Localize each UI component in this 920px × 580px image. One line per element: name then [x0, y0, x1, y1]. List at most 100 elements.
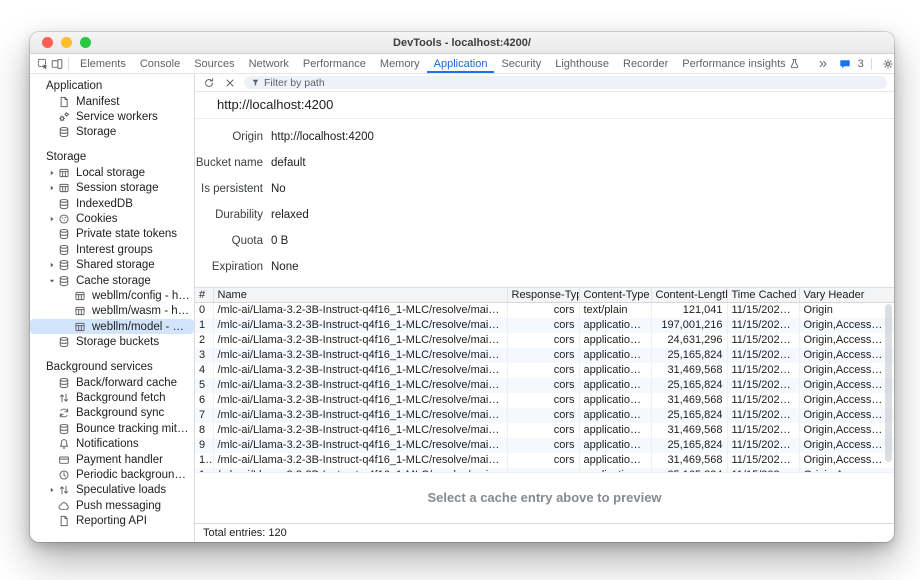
sidebar-item-shared-storage[interactable]: Shared storage: [30, 258, 194, 273]
cache-entry-row[interactable]: 0/mlc-ai/Llama-3.2-3B-Instruct-q4f16_1-M…: [195, 303, 894, 318]
sidebar-item-periodic-background-sync[interactable]: Periodic background sync: [30, 467, 194, 482]
tab-application[interactable]: Application: [427, 54, 495, 73]
chevron-right-icon[interactable]: [46, 169, 58, 177]
sidebar-item-label: Speculative loads: [76, 484, 170, 496]
cell-vary-header: Origin,Access…: [799, 393, 894, 408]
cache-entry-row[interactable]: 2/mlc-ai/Llama-3.2-3B-Instruct-q4f16_1-M…: [195, 333, 894, 348]
minimize-window-button[interactable]: [61, 37, 72, 48]
cache-entry-row[interactable]: 5/mlc-ai/Llama-3.2-3B-Instruct-q4f16_1-M…: [195, 378, 894, 393]
issues-button[interactable]: 3: [836, 56, 864, 72]
cell-vary-header: Origin,Access…: [799, 333, 894, 348]
sidebar-item-cache-storage[interactable]: Cache storage: [30, 273, 194, 288]
tab-sources[interactable]: Sources: [187, 54, 241, 73]
cell-time-cached: 11/15/2024, 10…: [727, 453, 799, 468]
tabbar-right-controls: 3: [814, 56, 894, 72]
cell-response-type: cors: [507, 423, 579, 438]
tab-performance[interactable]: Performance: [296, 54, 373, 73]
cell-: 9: [195, 438, 213, 453]
sidebar-item-payment-handler[interactable]: Payment handler: [30, 452, 194, 467]
device-toolbar-icon[interactable]: [51, 56, 63, 72]
sidebar-item-notifications[interactable]: Notifications: [30, 436, 194, 451]
sidebar-item-interest-groups[interactable]: Interest groups: [30, 242, 194, 257]
chevron-right-icon[interactable]: [46, 261, 58, 269]
sidebar-item-background-sync[interactable]: Background sync: [30, 406, 194, 421]
tab-performance-insights[interactable]: Performance insights: [675, 54, 813, 73]
cell-vary-header: Origin,Access…: [799, 423, 894, 438]
cache-entry-row[interactable]: 8/mlc-ai/Llama-3.2-3B-Instruct-q4f16_1-M…: [195, 423, 894, 438]
cache-entry-row[interactable]: 11/mlc-ai/Llama-3.2-3B-Instruct-q4f16_1-…: [195, 468, 894, 472]
cell-vary-header: Origin,Access…: [799, 378, 894, 393]
sidebar-item-label: Background sync: [76, 407, 168, 419]
cache-entry-row[interactable]: 4/mlc-ai/Llama-3.2-3B-Instruct-q4f16_1-M…: [195, 363, 894, 378]
sidebar-item-cookies[interactable]: Cookies: [30, 211, 194, 226]
sidebar-item-label: Back/forward cache: [76, 377, 181, 389]
cell-content-length: 31,469,568: [651, 393, 727, 408]
column-header-vary-header[interactable]: Vary Header: [799, 288, 894, 302]
cache-entry-row[interactable]: 1/mlc-ai/Llama-3.2-3B-Instruct-q4f16_1-M…: [195, 318, 894, 333]
sidebar-item-bounce-tracking-mitigations[interactable]: Bounce tracking mitigations: [30, 421, 194, 436]
column-header-name[interactable]: Name: [213, 288, 507, 302]
settings-gear-icon[interactable]: [880, 56, 894, 72]
metadata-value: relaxed: [263, 209, 309, 235]
inspect-element-icon[interactable]: [37, 56, 49, 72]
cache-entry-row[interactable]: 10/mlc-ai/Llama-3.2-3B-Instruct-q4f16_1-…: [195, 453, 894, 468]
sidebar-item-session-storage[interactable]: Session storage: [30, 181, 194, 196]
filter-by-path-input[interactable]: [264, 77, 880, 89]
sidebar-item-manifest[interactable]: Manifest: [30, 94, 194, 109]
more-tabs-icon[interactable]: [815, 56, 832, 72]
close-window-button[interactable]: [42, 37, 53, 48]
tab-memory[interactable]: Memory: [373, 54, 427, 73]
cache-entry-row[interactable]: 3/mlc-ai/Llama-3.2-3B-Instruct-q4f16_1-M…: [195, 348, 894, 363]
tab-network[interactable]: Network: [242, 54, 296, 73]
sidebar-item-webllm-model-http-loc[interactable]: webllm/model - http://loc…: [30, 319, 194, 334]
column-header-content-length[interactable]: Content-Length: [651, 288, 727, 302]
column-header-response-type[interactable]: Response-Type: [507, 288, 579, 302]
cache-table-body: 0/mlc-ai/Llama-3.2-3B-Instruct-q4f16_1-M…: [195, 303, 894, 472]
cell-vary-header: Origin,Access…: [799, 468, 894, 472]
refresh-icon[interactable]: [202, 76, 216, 90]
cache-entry-row[interactable]: 9/mlc-ai/Llama-3.2-3B-Instruct-q4f16_1-M…: [195, 438, 894, 453]
column-header-time-cached[interactable]: Time Cached: [727, 288, 799, 302]
sidebar-item-storage[interactable]: Storage: [30, 125, 194, 140]
zoom-window-button[interactable]: [80, 37, 91, 48]
metadata-value: No: [263, 183, 286, 209]
sidebar-item-speculative-loads[interactable]: Speculative loads: [30, 483, 194, 498]
sidebar-item-reporting-api[interactable]: Reporting API: [30, 513, 194, 528]
tab-elements[interactable]: Elements: [73, 54, 133, 73]
tab-lighthouse[interactable]: Lighthouse: [548, 54, 616, 73]
metadata-label: Is persistent: [195, 183, 263, 209]
preview-panel: Select a cache entry above to preview: [195, 472, 894, 524]
cell-content-length: 121,041: [651, 303, 727, 318]
database-icon: [58, 275, 70, 287]
tab-recorder[interactable]: Recorder: [616, 54, 675, 73]
tab-security[interactable]: Security: [494, 54, 548, 73]
chevron-right-icon[interactable]: [46, 215, 58, 223]
sidebar-item-webllm-wasm-http-loca[interactable]: webllm/wasm - http://loca…: [30, 304, 194, 319]
table-scrollbar[interactable]: [885, 304, 892, 462]
cell-: 5: [195, 378, 213, 393]
sidebar-item-push-messaging[interactable]: Push messaging: [30, 498, 194, 513]
column-header-content-type[interactable]: Content-Type: [579, 288, 651, 302]
sidebar-item-webllm-config-http-loc[interactable]: webllm/config - http://loc…: [30, 288, 194, 303]
sidebar-item-background-fetch[interactable]: Background fetch: [30, 390, 194, 405]
sidebar-item-service-workers[interactable]: Service workers: [30, 109, 194, 124]
cell-name: /mlc-ai/Llama-3.2-3B-Instruct-q4f16_1-ML…: [213, 333, 507, 348]
sidebar-section-background-services: Background services: [30, 360, 194, 375]
chevron-right-icon[interactable]: [46, 486, 58, 494]
sidebar-item-label: Interest groups: [76, 244, 157, 256]
cell-vary-header: Origin,Access…: [799, 408, 894, 423]
sidebar-item-local-storage[interactable]: Local storage: [30, 165, 194, 180]
sidebar-item-storage-buckets[interactable]: Storage buckets: [30, 334, 194, 349]
tab-console[interactable]: Console: [133, 54, 187, 73]
delete-selected-icon[interactable]: [223, 76, 237, 90]
chevron-down-icon[interactable]: [46, 277, 58, 285]
sidebar-item-indexeddb[interactable]: IndexedDB: [30, 196, 194, 211]
tab-label: Performance: [303, 58, 366, 70]
chevron-right-icon[interactable]: [46, 184, 58, 192]
sidebar-item-private-state-tokens[interactable]: Private state tokens: [30, 227, 194, 242]
metadata-label: Durability: [195, 209, 263, 235]
column-header-[interactable]: #: [195, 288, 213, 302]
sidebar-item-back-forward-cache[interactable]: Back/forward cache: [30, 375, 194, 390]
cache-entry-row[interactable]: 6/mlc-ai/Llama-3.2-3B-Instruct-q4f16_1-M…: [195, 393, 894, 408]
cache-entry-row[interactable]: 7/mlc-ai/Llama-3.2-3B-Instruct-q4f16_1-M…: [195, 408, 894, 423]
